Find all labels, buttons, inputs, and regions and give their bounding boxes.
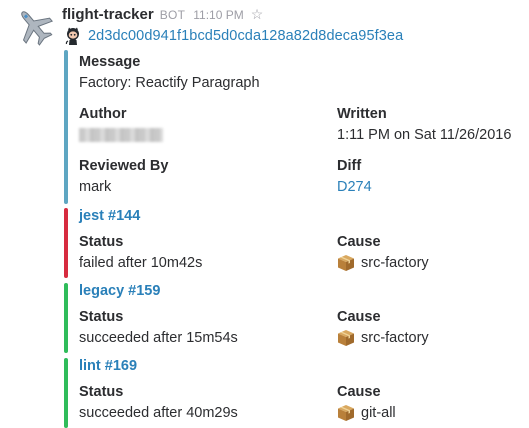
package-icon bbox=[338, 255, 354, 271]
field-label: Written bbox=[337, 106, 387, 122]
field-label: Cause bbox=[337, 384, 381, 400]
field-label: Cause bbox=[337, 309, 381, 325]
field-value: src-factory bbox=[337, 327, 529, 349]
message-timestamp[interactable]: 11:10 PM bbox=[193, 8, 243, 22]
commit-line: 2d3dc00d941f1bcd5d0cda128a82d8deca95f3ea bbox=[64, 26, 403, 46]
written-field: Written 1:11 PM on Sat 11/26/2016 bbox=[337, 104, 529, 146]
field-value: 1:11 PM on Sat 11/26/2016 bbox=[337, 127, 512, 143]
bot-badge: BOT bbox=[159, 8, 186, 22]
diff-field: Diff D274 bbox=[337, 156, 529, 198]
field-label: Author bbox=[79, 106, 127, 122]
field-value: succeeded after 40m29s bbox=[79, 405, 238, 421]
build-attachment: legacy #159 Status succeeded after 15m54… bbox=[64, 283, 529, 353]
cause-value: src-factory bbox=[361, 330, 429, 346]
status-field: Status succeeded after 40m29s bbox=[79, 382, 319, 424]
field-label: Status bbox=[79, 384, 124, 400]
author-field: Author bbox=[79, 104, 319, 146]
field-label: Message bbox=[79, 54, 141, 70]
app-avatar[interactable] bbox=[14, 6, 54, 46]
message-header: flight-tracker BOT 11:10 PM ☆ bbox=[62, 6, 263, 26]
cause-field: Cause src-factory bbox=[337, 307, 529, 349]
field-value: mark bbox=[79, 179, 112, 195]
package-icon bbox=[338, 330, 354, 346]
star-icon[interactable]: ☆ bbox=[251, 6, 264, 23]
field-label: Reviewed By bbox=[79, 158, 169, 174]
field-label: Status bbox=[79, 309, 124, 325]
redacted-author bbox=[79, 128, 163, 142]
commit-hash-link[interactable]: 2d3dc00d941f1bcd5d0cda128a82d8deca95f3ea bbox=[88, 28, 403, 44]
attachment-color-bar bbox=[64, 358, 68, 428]
attachment-color-bar bbox=[64, 208, 68, 278]
build-title-link[interactable]: lint #169 bbox=[79, 358, 137, 374]
reviewed-by-field: Reviewed By mark bbox=[79, 156, 319, 198]
field-label: Cause bbox=[337, 234, 381, 250]
cause-value: git-all bbox=[361, 405, 396, 421]
field-label: Status bbox=[79, 234, 124, 250]
cause-field: Cause src-factory bbox=[337, 232, 529, 274]
build-title-link[interactable]: jest #144 bbox=[79, 208, 140, 224]
field-value: Factory: Reactify Paragraph bbox=[79, 75, 260, 91]
field-value: src-factory bbox=[337, 252, 529, 274]
commit-summary-attachment: Message Factory: Reactify Paragraph Auth… bbox=[64, 50, 529, 204]
status-field: Status failed after 10m42s bbox=[79, 232, 319, 274]
attachment-color-bar bbox=[64, 50, 68, 204]
message-field: Message Factory: Reactify Paragraph bbox=[79, 52, 519, 94]
package-icon bbox=[338, 405, 354, 421]
cause-field: Cause git-all bbox=[337, 382, 529, 424]
github-octocat-icon bbox=[65, 27, 79, 45]
field-value: succeeded after 15m54s bbox=[79, 330, 238, 346]
sender-name[interactable]: flight-tracker bbox=[62, 6, 154, 23]
field-value: failed after 10m42s bbox=[79, 255, 203, 271]
build-title-link[interactable]: legacy #159 bbox=[79, 283, 160, 299]
attachment-color-bar bbox=[64, 283, 68, 353]
status-field: Status succeeded after 15m54s bbox=[79, 307, 319, 349]
field-value bbox=[79, 124, 319, 146]
field-label: Diff bbox=[337, 158, 362, 174]
field-value: git-all bbox=[337, 402, 529, 424]
build-attachment: lint #169 Status succeeded after 40m29s … bbox=[64, 358, 529, 428]
build-attachment: jest #144 Status failed after 10m42s Cau… bbox=[64, 208, 529, 278]
diff-link[interactable]: D274 bbox=[337, 176, 529, 198]
airplane-icon bbox=[21, 11, 54, 46]
cause-value: src-factory bbox=[361, 255, 429, 271]
